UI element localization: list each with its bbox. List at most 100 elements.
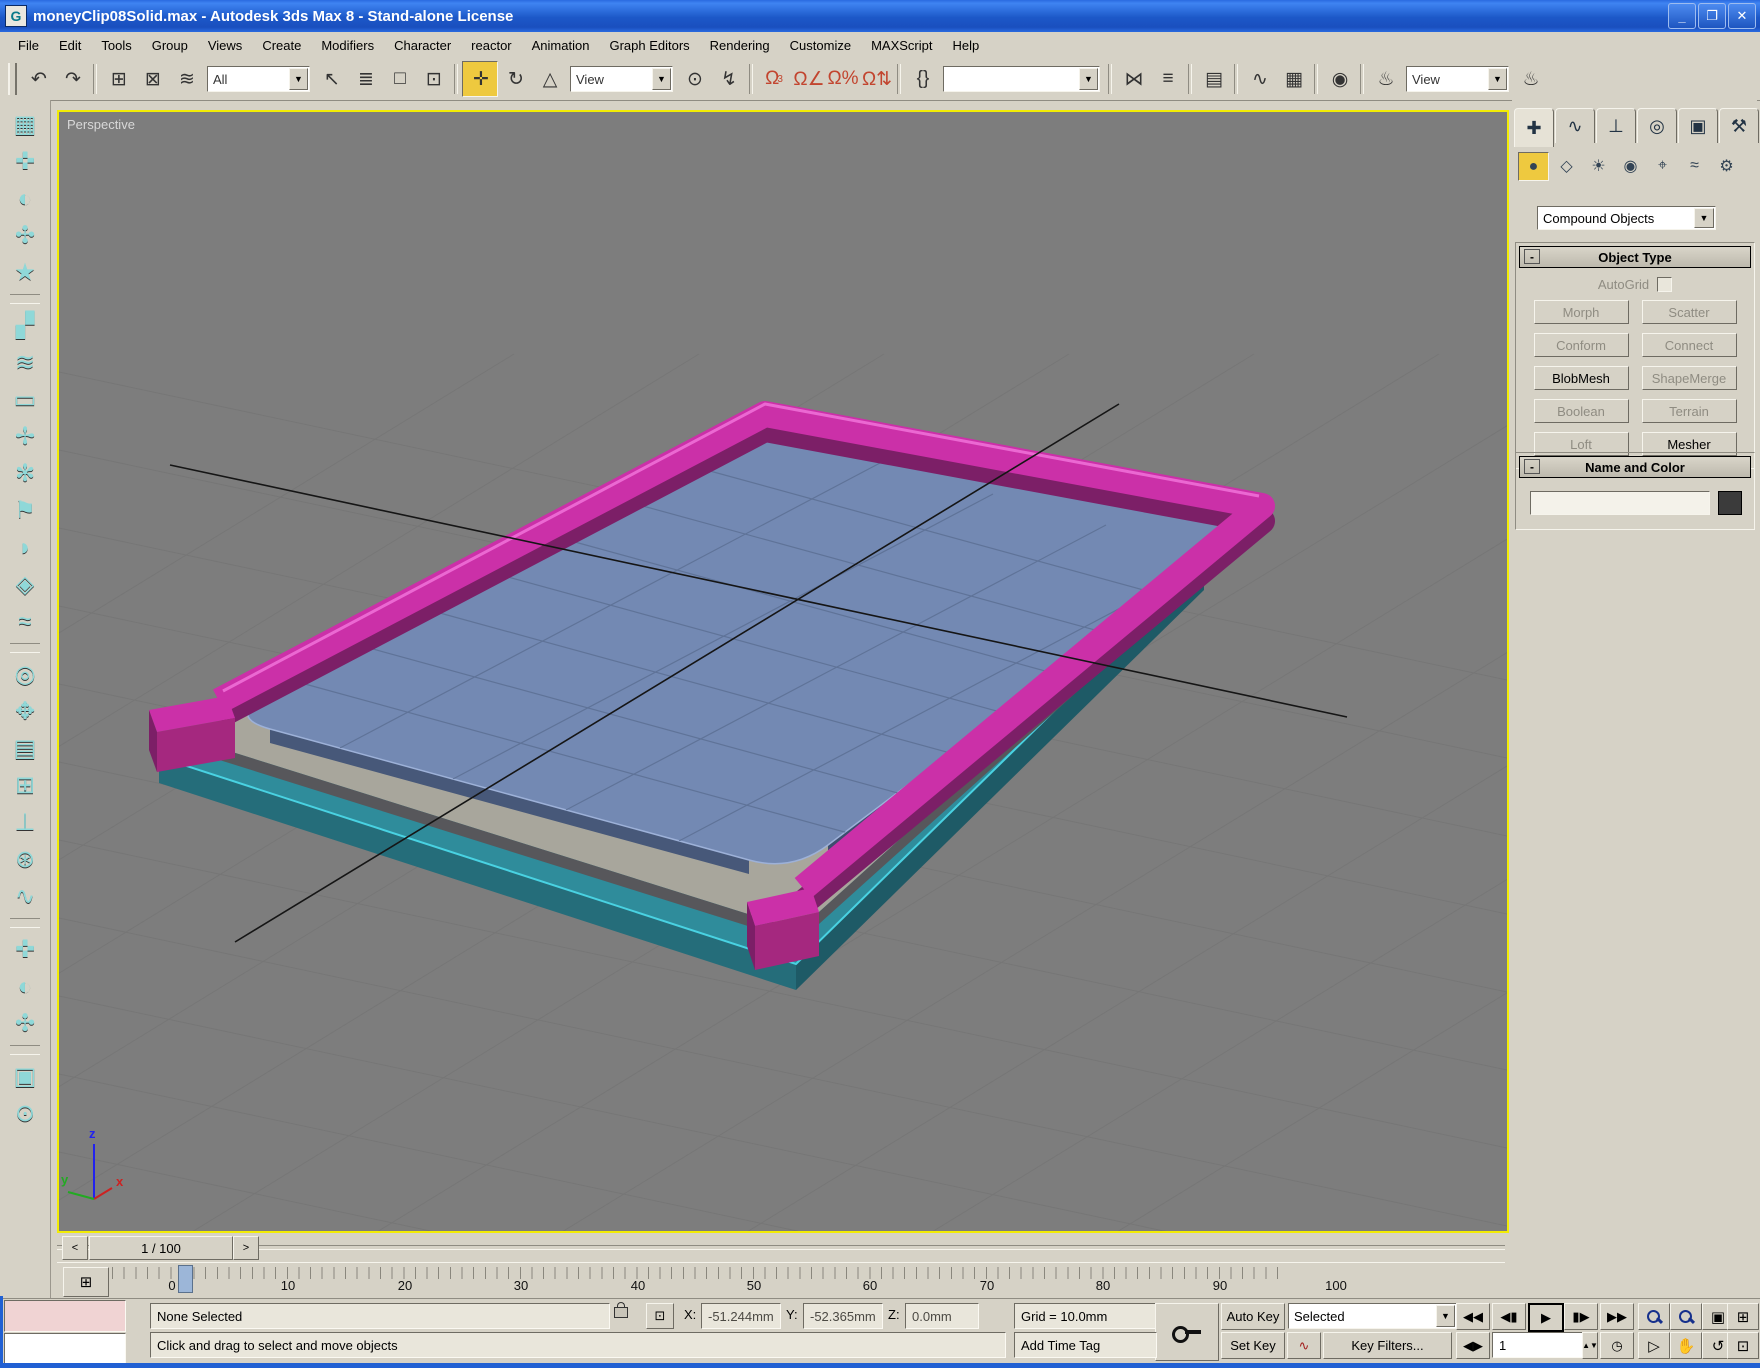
key-mode-toggle-icon[interactable]: ◀▶ — [1456, 1332, 1490, 1359]
separator[interactable] — [10, 294, 40, 304]
menu-item[interactable]: Rendering — [700, 35, 780, 56]
angle-snap-toggle-icon[interactable]: Ω∠ — [791, 62, 825, 96]
menu-item[interactable]: reactor — [461, 35, 521, 56]
set-keys-button[interactable] — [1155, 1303, 1219, 1361]
render-type-dropdown[interactable]: View — [1406, 66, 1509, 92]
linear-dashpot-icon[interactable]: ▭ — [7, 381, 43, 418]
current-frame-caret[interactable] — [178, 1265, 193, 1293]
selection-filter-dropdown[interactable]: All — [207, 66, 310, 92]
key-selection-dropdown[interactable]: Selected — [1288, 1303, 1457, 1329]
constraint-solver-icon[interactable]: ◎ — [7, 656, 43, 693]
tab-create[interactable]: ✚ — [1514, 108, 1554, 147]
selection-lock-icon[interactable] — [614, 1307, 628, 1318]
conform-button[interactable]: Conform — [1534, 333, 1629, 357]
object-color-swatch[interactable] — [1718, 491, 1742, 515]
separator[interactable] — [10, 1045, 40, 1055]
hinge-constraint-icon[interactable]: ▤ — [7, 730, 43, 767]
track-bar-ruler[interactable]: 0102030405060708090100 — [112, 1265, 1292, 1297]
default-in-out-tangents-icon[interactable]: ∿ — [1287, 1332, 1321, 1359]
mini-curve-editor-button[interactable]: ⊞ — [63, 1267, 109, 1297]
spinner-snap-toggle-icon[interactable]: Ω⇅ — [859, 62, 893, 96]
water-icon[interactable]: ≈ — [7, 603, 43, 640]
shapemerge-button[interactable]: ShapeMerge — [1642, 366, 1737, 390]
auto-key-button[interactable]: Auto Key — [1221, 1303, 1285, 1330]
set-key-button[interactable]: Set Key — [1221, 1332, 1285, 1359]
bind-to-space-warp-icon[interactable]: ≋ — [169, 62, 203, 96]
zoom-extents-all-icon[interactable]: ⊞ — [1727, 1303, 1759, 1330]
create-animation-icon[interactable]: ▣ — [7, 1058, 43, 1095]
select-and-link-icon[interactable]: ⊞ — [101, 62, 135, 96]
time-configuration-icon[interactable]: ◷ — [1600, 1332, 1634, 1359]
name-color-rollout-header[interactable]: - Name and Color — [1519, 456, 1751, 478]
tab-motion[interactable]: ◎ — [1637, 108, 1677, 143]
menu-item[interactable]: File — [8, 35, 49, 56]
tab-modify[interactable]: ∿ — [1555, 108, 1595, 143]
minimize-button[interactable]: _ — [1668, 3, 1696, 29]
material-editor-icon[interactable]: ◉ — [1322, 62, 1356, 96]
helpers-icon[interactable]: ⌖ — [1648, 152, 1677, 179]
point-path-constraint-icon[interactable]: ∿ — [7, 878, 43, 915]
select-by-name-icon[interactable]: ≣ — [348, 62, 382, 96]
rope-collection-icon[interactable]: ✣ — [7, 217, 43, 254]
fracture-icon[interactable]: ◈ — [7, 566, 43, 603]
min-max-toggle-icon[interactable]: ⊡ — [1727, 1332, 1759, 1359]
key-filters-button[interactable]: Key Filters... — [1323, 1332, 1452, 1359]
menu-item[interactable]: Tools — [91, 35, 141, 56]
maxscript-listener-output[interactable] — [4, 1333, 126, 1365]
motor-icon[interactable]: ✻ — [7, 455, 43, 492]
preview-animation-icon[interactable]: ⊙ — [7, 1095, 43, 1132]
menu-item[interactable]: Animation — [522, 35, 600, 56]
cloth-collection-icon[interactable]: ✜ — [7, 143, 43, 180]
scatter-button[interactable]: Scatter — [1642, 300, 1737, 324]
category-dropdown[interactable]: Compound Objects — [1537, 206, 1716, 230]
maximize-button[interactable]: ❐ — [1698, 3, 1726, 29]
field-of-view-icon[interactable]: ▷ — [1638, 1332, 1670, 1359]
separator[interactable] — [1234, 64, 1238, 94]
collapse-icon[interactable]: - — [1524, 249, 1540, 264]
undo-icon[interactable]: ↶ — [21, 62, 55, 96]
schematic-view-icon[interactable]: ▦ — [1276, 62, 1310, 96]
boolean-button[interactable]: Boolean — [1534, 399, 1629, 423]
plane-icon[interactable]: ▞ — [7, 307, 43, 344]
car-wheel-constraint-icon[interactable]: ⊛ — [7, 841, 43, 878]
play-button[interactable]: ▶ — [1528, 1303, 1564, 1332]
previous-frame-button[interactable]: ◀▮ — [1492, 1303, 1526, 1330]
unlink-selection-icon[interactable]: ⊠ — [135, 62, 169, 96]
curve-editor-icon[interactable]: ∿ — [1242, 62, 1276, 96]
shapes-icon[interactable]: ◇ — [1552, 152, 1581, 179]
current-frame-field[interactable]: 1 — [1492, 1332, 1588, 1358]
point-point-constraint-icon[interactable]: ⊞ — [7, 767, 43, 804]
toolbar-grip[interactable] — [8, 63, 17, 95]
prismatic-constraint-icon[interactable]: ⊥ — [7, 804, 43, 841]
next-frame-arrow[interactable]: > — [233, 1236, 259, 1260]
quick-render-icon[interactable]: ♨ — [1513, 62, 1547, 96]
window-crossing-icon[interactable]: ⊡ — [416, 62, 450, 96]
tab-display[interactable]: ▣ — [1678, 108, 1718, 143]
space-warps-icon[interactable]: ≈ — [1680, 152, 1709, 179]
y-coordinate-field[interactable]: -52.365mm — [803, 1303, 883, 1329]
select-and-scale-icon[interactable]: △ — [532, 62, 566, 96]
perspective-viewport[interactable]: z x y Perspective — [57, 110, 1509, 1233]
separator[interactable] — [1360, 64, 1364, 94]
percent-snap-toggle-icon[interactable]: Ω% — [825, 62, 859, 96]
menu-item[interactable]: MAXScript — [861, 35, 942, 56]
previous-frame-arrow[interactable]: < — [62, 1236, 88, 1260]
lights-icon[interactable]: ☀ — [1584, 152, 1613, 179]
terrain-button[interactable]: Terrain — [1642, 399, 1737, 423]
z-coordinate-field[interactable]: 0.0mm — [905, 1303, 979, 1329]
separator[interactable] — [1108, 64, 1112, 94]
soft-body-modifier-icon[interactable]: ◐ — [7, 968, 43, 1005]
rope-modifier-icon[interactable]: ✣ — [7, 1005, 43, 1042]
menu-item[interactable]: Group — [142, 35, 198, 56]
tab-utilities[interactable]: ⚒ — [1719, 108, 1759, 143]
menu-item[interactable]: Modifiers — [311, 35, 384, 56]
add-time-tag[interactable]: Add Time Tag — [1014, 1332, 1157, 1358]
cloth-modifier-icon[interactable]: ✜ — [7, 931, 43, 968]
angular-dashpot-icon[interactable]: ✢ — [7, 418, 43, 455]
menu-item[interactable]: Graph Editors — [599, 35, 699, 56]
edit-named-selection-sets-icon[interactable]: {} — [905, 62, 939, 96]
deforming-mesh-collection-icon[interactable]: ★ — [7, 254, 43, 291]
object-name-field[interactable] — [1530, 491, 1710, 515]
select-and-manipulate-icon[interactable]: ↯ — [711, 62, 745, 96]
go-to-start-button[interactable]: ◀◀ — [1456, 1303, 1490, 1330]
